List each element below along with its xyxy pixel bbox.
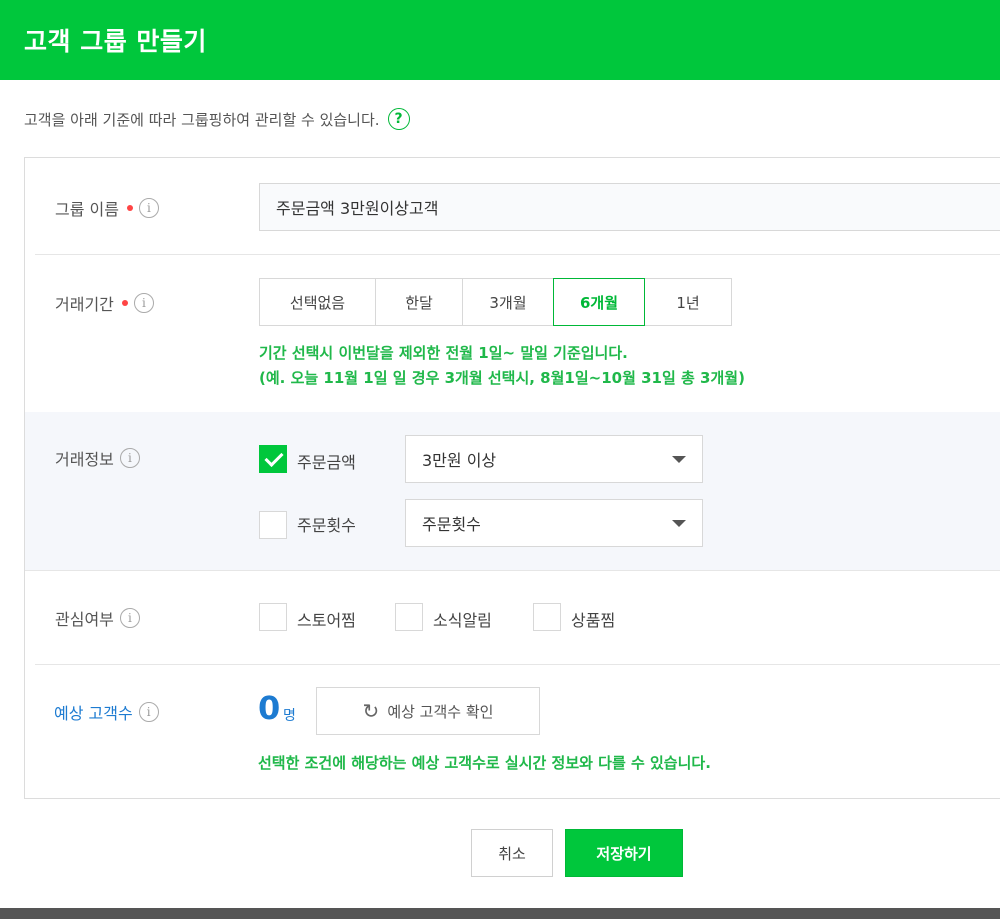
period-option-6-months[interactable]: 6개월 bbox=[553, 278, 645, 326]
order-count-label: 주문횟수 bbox=[297, 516, 356, 535]
transaction-label: 거래정보 bbox=[55, 450, 114, 469]
order-amount-checkbox[interactable] bbox=[259, 445, 287, 473]
interest-label-row: 관심여부 i bbox=[55, 606, 140, 630]
transaction-label-row: 거래정보 i bbox=[55, 446, 140, 470]
estimate-unit: 명 bbox=[283, 708, 296, 724]
order-amount-select-value: 3만원 이상 bbox=[422, 451, 497, 470]
info-icon[interactable]: i bbox=[133, 293, 154, 313]
estimate-label-row: 예상 고객수 i bbox=[54, 700, 159, 724]
group-name-input[interactable] bbox=[259, 183, 1000, 231]
estimate-label: 예상 고객수 bbox=[54, 704, 133, 723]
dialog-description-row: 고객을 아래 기준에 따라 그룹핑하여 관리할 수 있습니다. ? bbox=[24, 108, 410, 130]
divider bbox=[35, 254, 1000, 255]
cancel-button[interactable]: 취소 bbox=[471, 829, 553, 877]
product-wish-label: 상품찜 bbox=[571, 611, 616, 630]
caret-down-icon bbox=[672, 519, 686, 527]
estimate-count: 0 bbox=[258, 689, 281, 727]
period-label: 거래기간 bbox=[55, 295, 114, 314]
order-amount-label: 주문금액 bbox=[297, 453, 356, 472]
period-label-row: 거래기간 i bbox=[55, 291, 154, 315]
bottom-bar bbox=[0, 908, 1000, 919]
store-wish-checkbox[interactable] bbox=[259, 603, 287, 631]
info-icon[interactable]: i bbox=[138, 702, 159, 722]
order-count-select[interactable]: 주문횟수 bbox=[405, 499, 703, 547]
period-note-line2: (예. 오늘 11월 1일 일 경우 3개월 선택시, 8월1일~10월 31일… bbox=[259, 369, 745, 387]
caret-down-icon bbox=[672, 455, 686, 463]
period-option-1-year[interactable]: 1년 bbox=[644, 278, 732, 326]
period-option-3-months[interactable]: 3개월 bbox=[462, 278, 554, 326]
group-name-label: 그룹 이름 bbox=[55, 200, 119, 219]
info-icon[interactable]: i bbox=[119, 448, 140, 468]
dialog-header: 고객 그룹 만들기 bbox=[0, 0, 1000, 80]
order-amount-select[interactable]: 3만원 이상 bbox=[405, 435, 703, 483]
interest-label: 관심여부 bbox=[55, 610, 114, 629]
save-button[interactable]: 저장하기 bbox=[565, 829, 683, 877]
order-count-select-value: 주문횟수 bbox=[422, 515, 481, 534]
period-segmented-control: 선택없음 한달 3개월 6개월 1년 bbox=[259, 278, 732, 326]
required-dot-icon bbox=[126, 205, 133, 211]
store-wish-label: 스토어찜 bbox=[297, 611, 356, 630]
order-count-checkbox[interactable] bbox=[259, 511, 287, 539]
divider bbox=[25, 570, 1000, 571]
divider bbox=[35, 664, 1000, 665]
news-alert-checkbox[interactable] bbox=[395, 603, 423, 631]
period-note-line1: 기간 선택시 이번달을 제외한 전월 1일~ 말일 기준입니다. bbox=[259, 344, 628, 362]
group-name-label-row: 그룹 이름 i bbox=[55, 196, 159, 220]
estimate-check-button-label: 예상 고객수 확인 bbox=[387, 702, 494, 721]
period-option-none[interactable]: 선택없음 bbox=[259, 278, 376, 326]
estimate-check-button[interactable]: ↻ 예상 고객수 확인 bbox=[316, 687, 540, 735]
dialog-description: 고객을 아래 기준에 따라 그룹핑하여 관리할 수 있습니다. bbox=[24, 110, 380, 129]
news-alert-label: 소식알림 bbox=[433, 611, 492, 630]
refresh-icon: ↻ bbox=[362, 699, 380, 723]
period-option-1-month[interactable]: 한달 bbox=[375, 278, 463, 326]
estimate-note: 선택한 조건에 해당하는 예상 고객수로 실시간 정보와 다를 수 있습니다. bbox=[258, 754, 711, 772]
required-dot-icon bbox=[121, 300, 128, 306]
product-wish-checkbox[interactable] bbox=[533, 603, 561, 631]
dialog-title: 고객 그룹 만들기 bbox=[24, 27, 207, 56]
info-icon[interactable]: i bbox=[119, 608, 140, 628]
info-icon[interactable]: i bbox=[138, 198, 159, 218]
help-icon[interactable]: ? bbox=[387, 108, 410, 130]
